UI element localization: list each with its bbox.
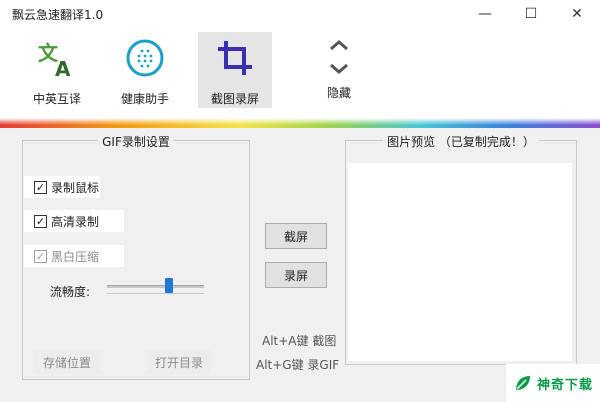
window-title: 飘云急速翻译1.0	[12, 8, 104, 22]
rainbow-divider	[0, 118, 600, 128]
watermark-logo: 神奇下载	[506, 364, 600, 402]
storage-location-button[interactable]: 存储位置	[33, 350, 101, 374]
fluency-slider-ticks	[107, 293, 204, 297]
checkbox-check-icon: ✓	[34, 249, 47, 263]
translate-label: 中英互译	[32, 92, 81, 106]
health-assistant-button[interactable]: 健康助手	[108, 32, 182, 108]
crop-icon	[218, 41, 252, 75]
bw-compress-label: 黑白压缩	[51, 249, 100, 264]
hotkey-gif-hint: Alt+G键 录GIF	[256, 358, 340, 372]
hotkey-screenshot-hint: Alt+A键 截图	[262, 334, 337, 348]
bw-compress-checkbox[interactable]: ✓ 黑白压缩	[24, 245, 124, 267]
checkbox-check-icon: ✓	[34, 180, 47, 194]
screenshot-record-label: 截图录屏	[210, 92, 259, 106]
translate-icon: 文 A	[38, 41, 71, 78]
hide-button[interactable]: 隐藏	[302, 32, 376, 108]
record-mouse-checkbox[interactable]: ✓ 录制鼠标	[24, 176, 100, 198]
health-assistant-label: 健康助手	[120, 92, 169, 106]
watermark-text: 神奇下载	[536, 377, 593, 393]
image-preview-title: 图片预览 （已复制完成！）	[383, 135, 539, 149]
fluency-slider-track[interactable]	[107, 285, 204, 288]
open-directory-button[interactable]: 打开目录	[147, 350, 211, 374]
hd-record-label: 高清录制	[51, 214, 100, 229]
leaf-logo-icon	[515, 376, 530, 390]
gif-settings-title: GIF录制设置	[98, 135, 174, 149]
image-preview-area	[348, 163, 572, 361]
maximize-button[interactable]: ☐	[508, 0, 554, 28]
fluency-label: 流畅度:	[50, 285, 91, 299]
toolbar: 文 A 中英互译 健康助手 截图录屏 隐藏	[0, 28, 600, 118]
svg-text:A: A	[55, 57, 71, 78]
checkbox-check-icon: ✓	[34, 214, 47, 228]
health-circle-icon	[126, 39, 164, 77]
fluency-slider-thumb[interactable]	[164, 278, 173, 293]
translate-button[interactable]: 文 A 中英互译	[20, 32, 94, 108]
record-mouse-label: 录制鼠标	[51, 180, 100, 195]
screenshot-button[interactable]: 截屏	[265, 223, 327, 249]
close-button[interactable]: ✕	[554, 0, 600, 28]
hide-label: 隐藏	[326, 86, 351, 100]
chevron-up-down-icon	[330, 40, 348, 74]
hd-record-checkbox[interactable]: ✓ 高清录制	[24, 210, 124, 232]
screenshot-record-button[interactable]: 截图录屏	[198, 32, 272, 108]
minimize-button[interactable]: —	[462, 0, 508, 28]
record-screen-button[interactable]: 录屏	[265, 262, 327, 288]
title-bar: 飘云急速翻译1.0 — ☐ ✕	[0, 0, 600, 28]
